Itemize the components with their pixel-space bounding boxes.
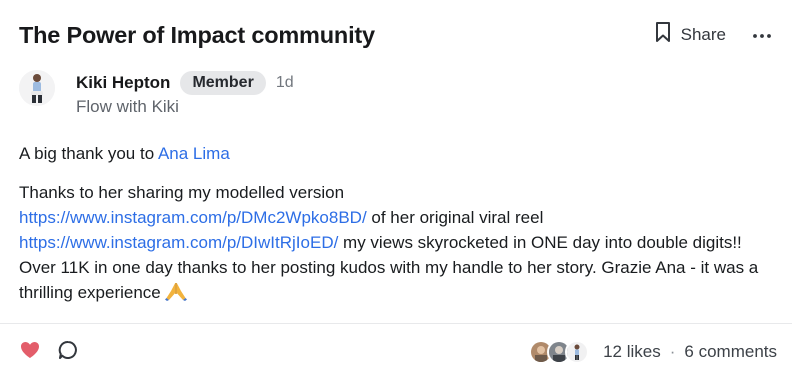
post-footer: 12 likes · 6 comments — [19, 338, 777, 366]
comment-icon — [58, 340, 78, 365]
story-text-1: Thanks to her sharing my modelled versio… — [19, 183, 345, 202]
instagram-link-2[interactable]: https://www.instagram.com/p/DIwItRjIoED/ — [19, 233, 338, 252]
praying-hands-emoji — [164, 281, 187, 308]
instagram-link-1[interactable]: https://www.instagram.com/p/DMc2Wpko8BD/ — [19, 208, 367, 227]
post-body: A big thank you to Ana Lima Thanks to he… — [19, 141, 779, 308]
likes-count[interactable]: 12 likes — [603, 342, 661, 362]
thanks-text: A big thank you to — [19, 144, 158, 163]
share-button[interactable]: Share — [655, 21, 726, 48]
liker-avatar — [565, 340, 590, 364]
comment-button[interactable] — [57, 340, 79, 365]
author-info: Kiki Hepton Member 1d Flow with Kiki — [76, 70, 294, 117]
avatar[interactable] — [19, 70, 55, 106]
like-button[interactable] — [19, 341, 41, 363]
thanks-paragraph: A big thank you to Ana Lima — [19, 141, 779, 166]
more-options-button[interactable] — [752, 25, 772, 45]
author-line: Kiki Hepton Member 1d — [76, 70, 294, 96]
author-community: Flow with Kiki — [76, 97, 179, 116]
footer-divider — [0, 323, 792, 324]
story-text-2: of her original viral reel — [366, 208, 544, 227]
liker-avatars[interactable] — [529, 340, 590, 364]
post-author: Kiki Hepton Member 1d Flow with Kiki — [19, 70, 294, 117]
reaction-actions — [19, 340, 79, 365]
header-actions: Share — [655, 21, 772, 48]
post-time: 1d — [275, 74, 294, 91]
post-stats: 12 likes · 6 comments — [529, 340, 777, 364]
post-header: The Power of Impact community Share — [19, 19, 772, 51]
stats-separator: · — [669, 342, 676, 361]
heart-icon — [20, 341, 40, 364]
author-name[interactable]: Kiki Hepton — [76, 73, 170, 93]
story-paragraph: Thanks to her sharing my modelled versio… — [19, 180, 779, 308]
more-dots-icon — [752, 26, 772, 44]
share-label: Share — [680, 24, 726, 44]
mention-link[interactable]: Ana Lima — [158, 144, 230, 163]
bookmark-icon[interactable] — [655, 21, 671, 48]
comments-count[interactable]: 6 comments — [684, 342, 777, 362]
member-badge: Member — [180, 71, 266, 95]
